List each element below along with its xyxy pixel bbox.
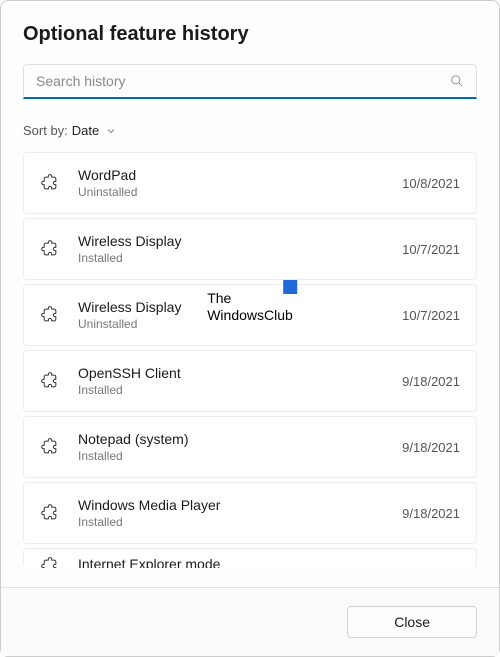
puzzle-icon xyxy=(40,305,60,325)
item-text: Windows Media Player Installed xyxy=(78,497,402,529)
item-date: 9/18/2021 xyxy=(402,440,460,455)
sort-label: Sort by: xyxy=(23,123,68,138)
content-area: Optional feature history Sort by: Date W… xyxy=(1,1,499,587)
chevron-down-icon xyxy=(105,125,117,137)
item-text: Notepad (system) Installed xyxy=(78,431,402,463)
list-item[interactable]: Notepad (system) Installed 9/18/2021 xyxy=(23,416,477,478)
item-status: Uninstalled xyxy=(78,317,402,331)
window: Optional feature history Sort by: Date W… xyxy=(0,0,500,657)
item-status: Installed xyxy=(78,251,402,265)
item-status: Uninstalled xyxy=(78,185,402,199)
item-date: 10/8/2021 xyxy=(402,176,460,191)
list-item[interactable]: Windows Media Player Installed 9/18/2021 xyxy=(23,482,477,544)
item-name: WordPad xyxy=(78,167,402,183)
list-item[interactable]: WordPad Uninstalled 10/8/2021 xyxy=(23,152,477,214)
item-status: Installed xyxy=(78,449,402,463)
puzzle-icon xyxy=(40,556,60,569)
item-text: Wireless Display Installed xyxy=(78,233,402,265)
item-name: Windows Media Player xyxy=(78,497,402,513)
feature-history-list: WordPad Uninstalled 10/8/2021 Wireless D… xyxy=(23,152,477,587)
puzzle-icon xyxy=(40,437,60,457)
puzzle-icon xyxy=(40,239,60,259)
item-date: 9/18/2021 xyxy=(402,374,460,389)
item-name: Wireless Display xyxy=(78,233,402,249)
puzzle-icon xyxy=(40,503,60,523)
item-text: WordPad Uninstalled xyxy=(78,167,402,199)
search-box[interactable] xyxy=(23,64,477,99)
item-status: Installed xyxy=(78,515,402,529)
close-button[interactable]: Close xyxy=(347,606,477,638)
item-name: OpenSSH Client xyxy=(78,365,402,381)
list-item[interactable]: OpenSSH Client Installed 9/18/2021 xyxy=(23,350,477,412)
item-name: Notepad (system) xyxy=(78,431,402,447)
sort-value: Date xyxy=(72,123,99,138)
list-item[interactable]: Wireless Display Uninstalled 10/7/2021 xyxy=(23,284,477,346)
item-text: Wireless Display Uninstalled xyxy=(78,299,402,331)
item-name: Internet Explorer mode xyxy=(78,556,460,569)
list-item[interactable]: Internet Explorer mode xyxy=(23,548,477,568)
item-status: Installed xyxy=(78,383,402,397)
item-text: Internet Explorer mode xyxy=(78,556,460,569)
puzzle-icon xyxy=(40,173,60,193)
search-input[interactable] xyxy=(36,73,450,89)
list-item[interactable]: Wireless Display Installed 10/7/2021 xyxy=(23,218,477,280)
item-date: 9/18/2021 xyxy=(402,506,460,521)
item-date: 10/7/2021 xyxy=(402,308,460,323)
item-name: Wireless Display xyxy=(78,299,402,315)
footer: Close xyxy=(1,587,499,656)
puzzle-icon xyxy=(40,371,60,391)
item-text: OpenSSH Client Installed xyxy=(78,365,402,397)
item-date: 10/7/2021 xyxy=(402,242,460,257)
page-title: Optional feature history xyxy=(23,23,477,46)
search-icon xyxy=(450,74,464,88)
sort-dropdown[interactable]: Sort by: Date xyxy=(23,123,477,138)
